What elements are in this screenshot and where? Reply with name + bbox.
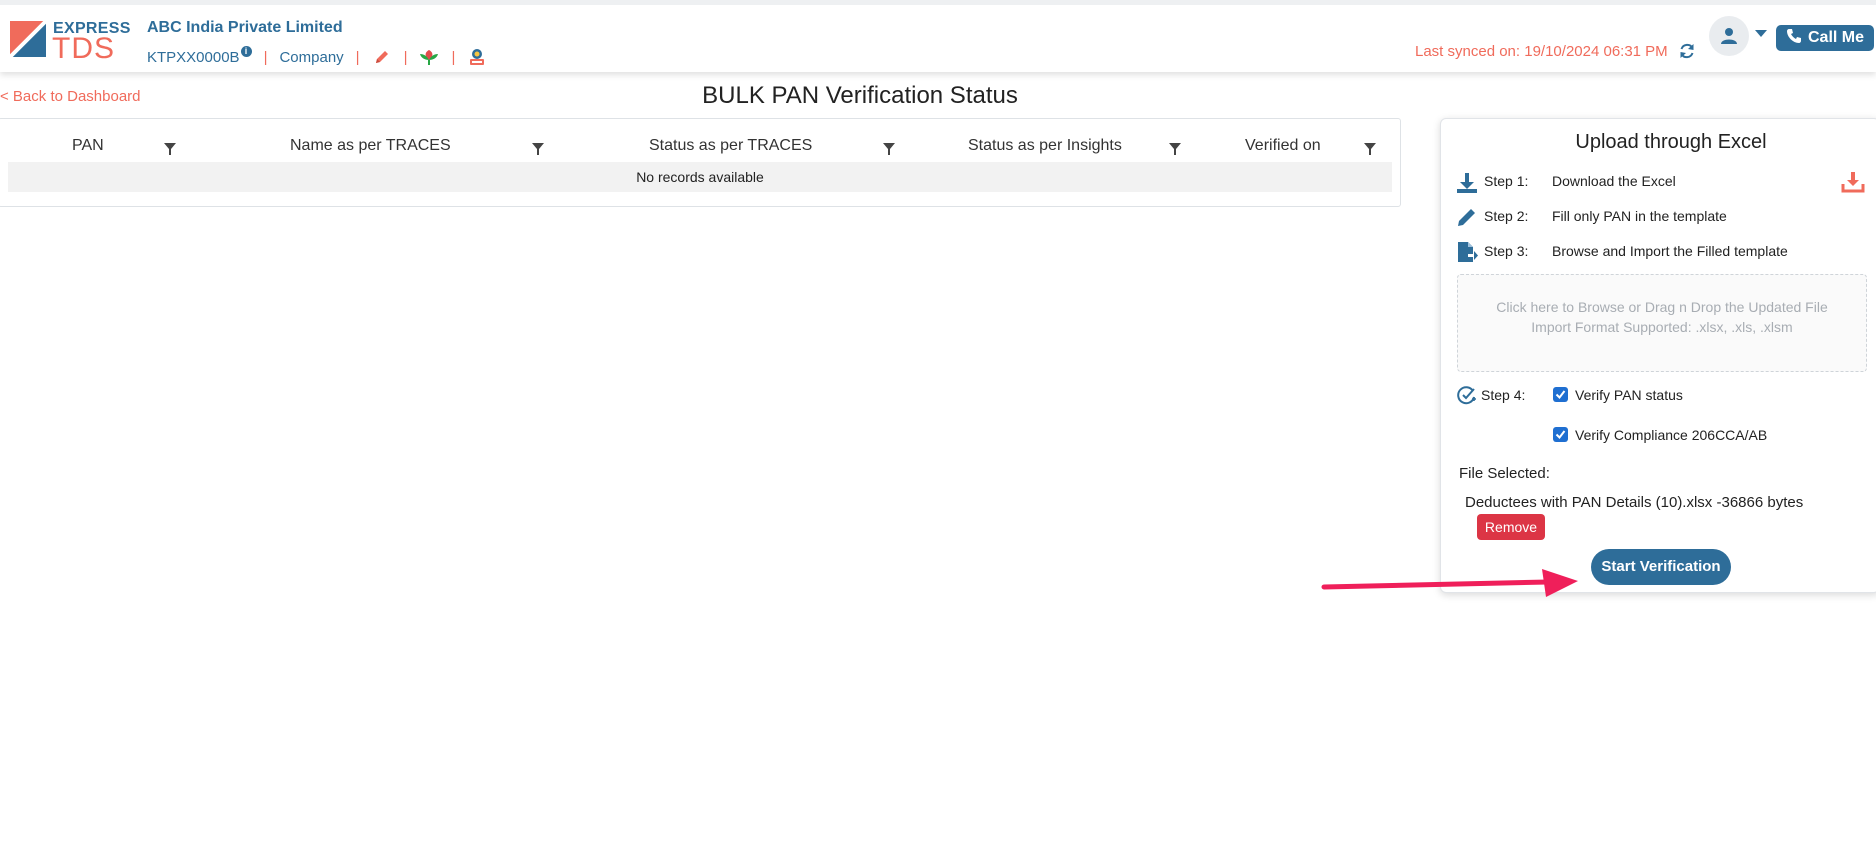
call-me-button[interactable]: Call Me — [1776, 25, 1874, 51]
separator: | — [355, 48, 360, 66]
express-tds-logo[interactable]: EXPRESS TDS — [6, 17, 130, 65]
separator: | — [403, 48, 408, 66]
company-pan: KTPXX0000B — [147, 48, 240, 66]
file-import-icon — [1455, 240, 1479, 264]
filter-icon[interactable] — [1363, 142, 1377, 156]
last-synced-text: Last synced on: 19/10/2024 06:31 PM — [1415, 42, 1668, 60]
filter-icon[interactable] — [531, 142, 545, 156]
start-verification-button[interactable]: Start Verification — [1591, 549, 1731, 585]
column-header-verified-on: Verified on — [1245, 137, 1321, 154]
verification-table: PAN Name as per TRACES Status as per TRA… — [0, 118, 1401, 207]
download-excel-link[interactable]: Download the Excel — [1552, 173, 1676, 189]
file-dropzone[interactable]: Click here to Browse or Drag n Drop the … — [1457, 274, 1867, 372]
certificate-icon[interactable] — [467, 47, 487, 67]
phone-icon — [1786, 28, 1802, 49]
verify-pan-checkbox[interactable] — [1553, 387, 1568, 402]
annotation-arrow-icon — [1321, 569, 1578, 597]
filter-icon[interactable] — [1168, 142, 1182, 156]
filter-icon[interactable] — [163, 142, 177, 156]
step-4-label: Step 4: — [1481, 387, 1526, 403]
step-3-label: Step 3: — [1484, 243, 1529, 259]
step-2-label: Step 2: — [1484, 208, 1529, 224]
download-template-icon[interactable] — [1841, 171, 1865, 195]
verify-compliance-label: Verify Compliance 206CCA/AB — [1575, 427, 1768, 443]
selected-file-name: Deductees with PAN Details (10).xlsx -36… — [1465, 494, 1804, 511]
pencil-icon[interactable] — [372, 47, 392, 67]
leaf-icon[interactable] — [419, 47, 439, 67]
top-header: EXPRESS TDS ABC India Private Limited KT… — [0, 0, 1876, 72]
separator: | — [451, 48, 456, 66]
column-header-status-traces: Status as per TRACES — [649, 137, 813, 154]
separator: | — [263, 48, 268, 66]
upload-excel-panel: Upload through Excel Step 1: Download th… — [1440, 118, 1876, 593]
page-title: BULK PAN Verification Status — [702, 82, 1018, 109]
filter-icon[interactable] — [882, 142, 896, 156]
column-header-pan: PAN — [72, 137, 104, 154]
column-header-name: Name as per TRACES — [290, 137, 451, 154]
back-to-dashboard-link[interactable]: < Back to Dashboard — [0, 88, 141, 105]
logo-mark-icon — [6, 17, 50, 61]
file-selected-label: File Selected: — [1459, 465, 1550, 482]
column-header-status-insights: Status as per Insights — [968, 137, 1122, 154]
sync-icon[interactable] — [1678, 42, 1696, 60]
dropzone-instruction: Click here to Browse or Drag n Drop the … — [1496, 299, 1828, 315]
upload-panel-title: Upload through Excel — [1575, 131, 1767, 153]
company-name: ABC India Private Limited — [147, 19, 343, 36]
download-icon — [1455, 171, 1479, 195]
step-2-text: Fill only PAN in the template — [1552, 208, 1727, 224]
company-type-link[interactable]: Company — [279, 49, 343, 66]
dropzone-formats: Import Format Supported: .xlsx, .xls, .x… — [1531, 319, 1793, 335]
verify-compliance-checkbox[interactable] — [1553, 427, 1568, 442]
step-3-text: Browse and Import the Filled template — [1552, 243, 1788, 259]
info-icon[interactable]: i — [240, 45, 252, 57]
empty-state-message: No records available — [8, 162, 1392, 192]
check-circle-icon — [1455, 383, 1479, 407]
verify-pan-label: Verify PAN status — [1575, 387, 1683, 403]
last-synced: Last synced on: 19/10/2024 06:31 PM — [1415, 42, 1696, 60]
company-info-row: KTPXX0000B i | Company | | | — [147, 45, 487, 67]
pencil-icon — [1455, 205, 1479, 229]
user-icon[interactable] — [1709, 16, 1749, 56]
remove-file-button[interactable]: Remove — [1477, 514, 1545, 540]
logo-tds-text: TDS — [52, 32, 115, 65]
user-menu-chevron-down-icon[interactable] — [1755, 30, 1767, 37]
step-1-label: Step 1: — [1484, 173, 1529, 189]
call-me-label: Call Me — [1807, 29, 1864, 46]
